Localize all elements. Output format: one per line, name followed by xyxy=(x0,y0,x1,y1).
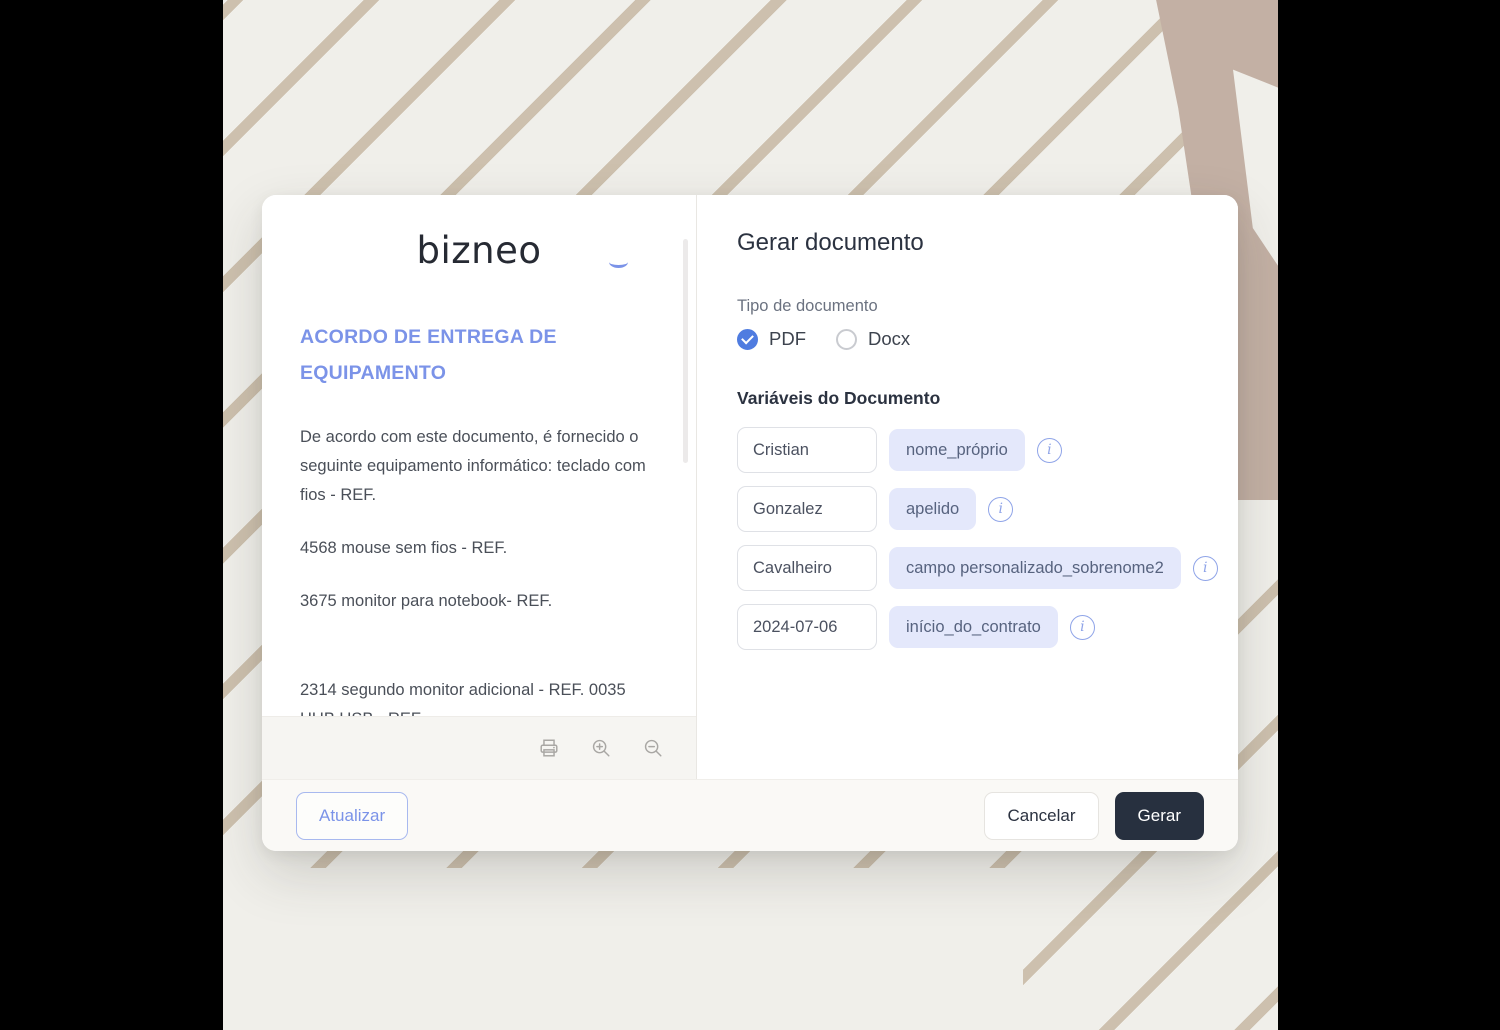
variable-row: início_do_contrato i xyxy=(737,604,1198,650)
document-scrollbar[interactable] xyxy=(683,239,688,463)
variables-section-title: Variáveis do Documento xyxy=(737,388,941,408)
print-icon[interactable] xyxy=(534,733,564,763)
page-title: Gerar documento xyxy=(737,229,924,256)
variable-value-input[interactable] xyxy=(737,427,877,473)
cancel-button[interactable]: Cancelar xyxy=(984,791,1099,840)
variable-value-input[interactable] xyxy=(737,604,877,650)
document-paragraph: De acordo com este documento, é fornecid… xyxy=(300,428,646,504)
variable-value-input[interactable] xyxy=(737,486,877,532)
radio-option-pdf[interactable]: PDF xyxy=(737,328,806,350)
radio-option-docx[interactable]: Docx xyxy=(836,328,910,350)
decorative-plain-panel xyxy=(223,868,1023,1030)
info-icon[interactable]: i xyxy=(1192,555,1218,581)
radio-checked-icon xyxy=(737,328,758,350)
zoom-out-icon[interactable] xyxy=(638,733,668,763)
variable-token-chip: campo personalizado_sobrenome2 xyxy=(889,547,1181,589)
document-type-label: Tipo de documento xyxy=(737,297,878,315)
radio-unchecked-icon xyxy=(836,328,857,350)
frame-edge-right xyxy=(1278,0,1500,1030)
document-type-radio-group: PDF Docx xyxy=(737,328,1198,350)
variable-token-chip: nome_próprio xyxy=(889,429,1025,471)
footer-actions: Cancelar Gerar xyxy=(984,791,1204,840)
document-paragraph: 4568 mouse sem fios - REF. xyxy=(300,539,508,557)
document-paragraph: 2314 segundo monitor adicional - REF. 00… xyxy=(300,681,626,716)
document-toolbar xyxy=(262,716,696,779)
variable-token-chip: início_do_contrato xyxy=(889,606,1058,648)
zoom-in-icon[interactable] xyxy=(586,733,616,763)
variable-value-input[interactable] xyxy=(737,545,877,591)
variable-row: nome_próprio i xyxy=(737,427,1198,473)
frame-edge-left xyxy=(0,0,223,1030)
update-button[interactable]: Atualizar xyxy=(296,791,409,840)
radio-label: PDF xyxy=(769,328,806,349)
bizneo-logo-text: bizneo xyxy=(416,229,542,272)
bizneo-logo: bizneo xyxy=(300,229,658,273)
bizneo-smile-icon xyxy=(609,256,628,268)
info-icon[interactable]: i xyxy=(988,496,1014,522)
document-scroll-area[interactable]: bizneo ACORDO DE ENTREGA DE EQUIPAMENTO … xyxy=(262,195,696,716)
document-paragraph: 3675 monitor para notebook- REF. xyxy=(300,592,553,610)
modal-body: bizneo ACORDO DE ENTREGA DE EQUIPAMENTO … xyxy=(262,195,1238,779)
info-icon[interactable]: i xyxy=(1069,614,1095,640)
variable-row: campo personalizado_sobrenome2 i xyxy=(737,545,1218,591)
variable-token-chip: apelido xyxy=(889,488,977,530)
radio-label: Docx xyxy=(868,328,911,349)
document-preview-pane: bizneo ACORDO DE ENTREGA DE EQUIPAMENTO … xyxy=(262,195,697,779)
modal-footer: Atualizar Cancelar Gerar xyxy=(262,779,1238,851)
document-title: ACORDO DE ENTREGA DE EQUIPAMENTO xyxy=(300,326,557,384)
variable-row: apelido i xyxy=(737,486,1198,532)
generate-button[interactable]: Gerar xyxy=(1114,791,1204,840)
generate-document-modal: bizneo ACORDO DE ENTREGA DE EQUIPAMENTO … xyxy=(262,195,1238,851)
generate-form-pane: Gerar documento Tipo de documento PDF Do… xyxy=(697,195,1238,779)
info-icon[interactable]: i xyxy=(1036,437,1062,463)
